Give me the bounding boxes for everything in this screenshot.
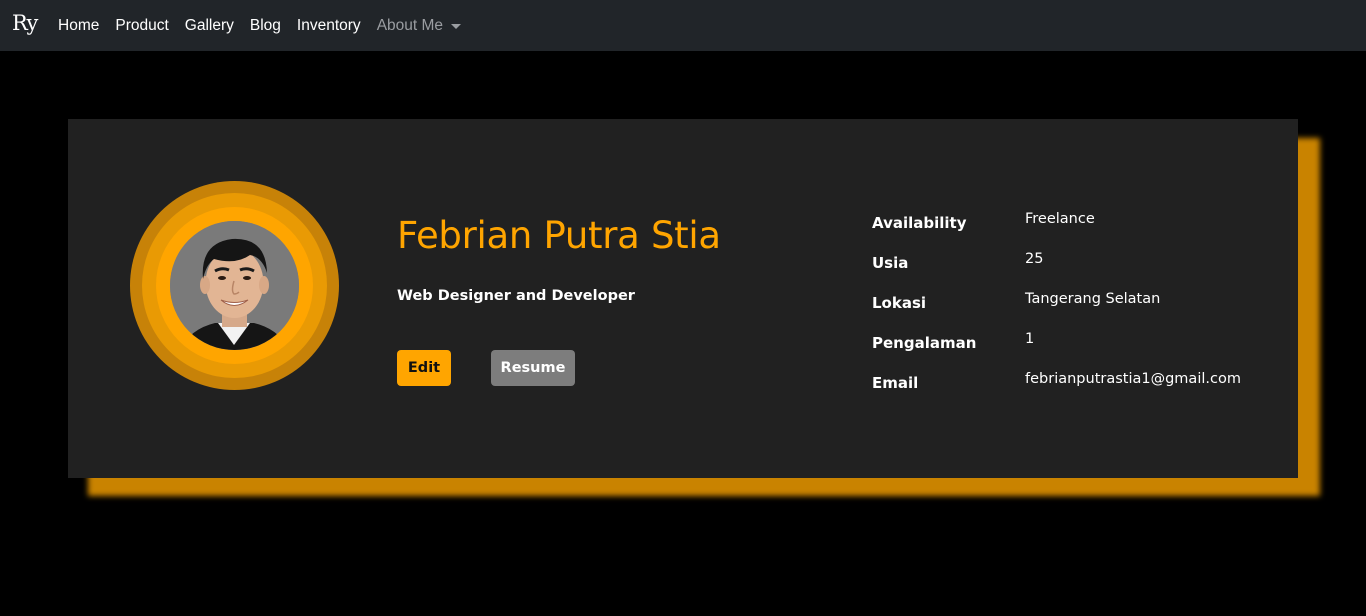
edit-button[interactable]: Edit xyxy=(397,350,451,386)
avatar xyxy=(170,221,299,350)
info-label-availability: Availability xyxy=(872,214,967,232)
info-value-lokasi: Tangerang Selatan xyxy=(1025,291,1161,307)
profile-name: Febrian Putra Stia xyxy=(397,214,721,257)
dropdown-label: About Me xyxy=(376,16,444,34)
nav-link-blog[interactable]: Blog xyxy=(242,17,289,35)
info-value-usia: 25 xyxy=(1025,251,1044,267)
nav-link-inventory[interactable]: Inventory xyxy=(289,17,369,35)
profile-role: Web Designer and Developer xyxy=(397,288,635,304)
top-navbar: Ry Home Product Gallery Blog Inventory A… xyxy=(0,0,1366,51)
profile-photo-icon xyxy=(170,221,299,350)
info-value-pengalaman: 1 xyxy=(1025,331,1035,347)
info-value-email[interactable]: febrianputrastia1@gmail.com xyxy=(1025,371,1241,387)
profile-card: Febrian Putra Stia Web Designer and Deve… xyxy=(68,119,1298,478)
nav-dropdown-about-me[interactable]: About Me xyxy=(369,17,469,35)
info-label-usia: Usia xyxy=(872,254,909,272)
nav-link-gallery[interactable]: Gallery xyxy=(177,17,242,35)
info-label-email: Email xyxy=(872,374,919,392)
nav-links: Home Product Gallery Blog Inventory Abou… xyxy=(50,0,469,51)
info-label-pengalaman: Pengalaman xyxy=(872,334,977,352)
avatar-ring xyxy=(130,181,339,390)
info-label-lokasi: Lokasi xyxy=(872,294,927,312)
info-value-availability: Freelance xyxy=(1025,211,1095,227)
nav-link-product[interactable]: Product xyxy=(107,17,176,35)
nav-link-home[interactable]: Home xyxy=(50,17,107,35)
resume-button[interactable]: Resume xyxy=(491,350,575,386)
brand-logo[interactable]: Ry xyxy=(12,11,38,35)
caret-down-icon xyxy=(451,23,462,29)
